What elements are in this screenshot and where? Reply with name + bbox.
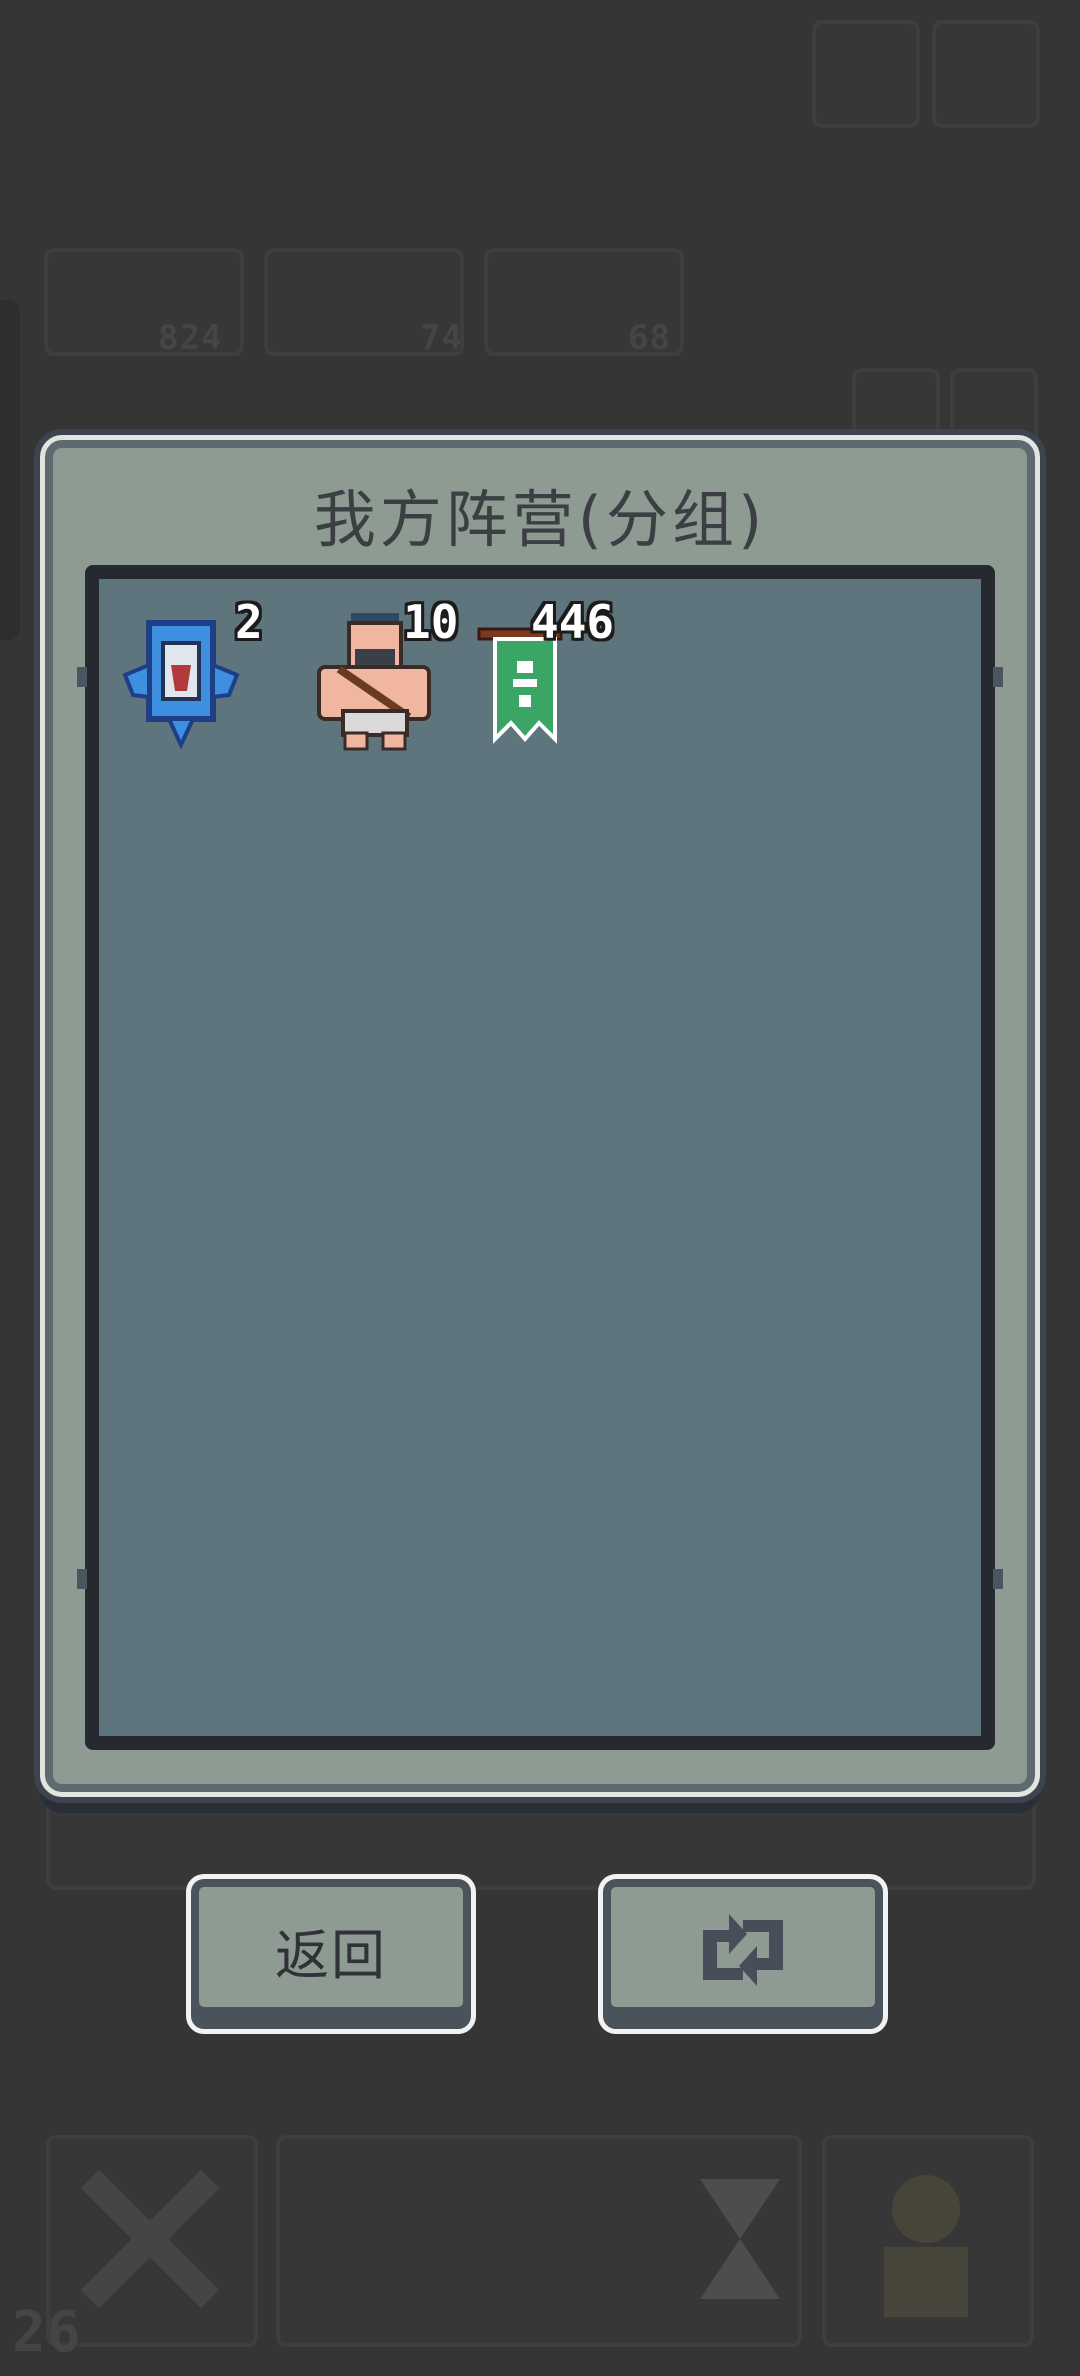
back-button-label: 返回 (275, 1923, 387, 1987)
top-settings-button (932, 20, 1040, 128)
panel-rivet (993, 1569, 1003, 1589)
hud-bar (46, 1782, 1036, 1890)
panel-rivet (77, 667, 87, 687)
faction-group-dialog: 我方阵营(分组) 2 10 446 (40, 435, 1040, 1797)
back-button[interactable]: 返回 (186, 1874, 476, 2034)
unit-count: 2 (235, 595, 263, 649)
game-screen: 824 74 68 26 我方阵营(分组) 2 10 446 返回 (0, 0, 1080, 2376)
resource-count-3: 68 (628, 318, 671, 358)
turn-number: 26 (12, 2300, 82, 2365)
unit-count: 446 (531, 595, 615, 649)
resource-count-2: 74 (420, 318, 463, 358)
roster-unit-green-flag[interactable]: 446 (469, 599, 639, 759)
dialog-title: 我方阵营(分组) (313, 483, 767, 556)
panel-rivet (993, 667, 1003, 687)
hourglass-icon (700, 2179, 780, 2299)
roster-unit-barbarian[interactable]: 10 (299, 599, 469, 759)
unit-count: 10 (403, 595, 459, 649)
roster-unit-blue-banner[interactable]: 2 (119, 599, 289, 759)
top-menu-button (812, 20, 920, 128)
resource-count-1: 824 (158, 318, 223, 358)
panel-rivet (77, 1569, 87, 1589)
unit-action-button (822, 2135, 1034, 2347)
blue-banner-icon (122, 620, 240, 750)
refresh-button[interactable] (598, 1874, 888, 2034)
refresh-icon (703, 1914, 783, 1986)
unit-roster-panel: 2 10 446 (77, 565, 1003, 1750)
unit-silhouette-icon (884, 2175, 968, 2317)
end-turn-button (276, 2135, 802, 2347)
